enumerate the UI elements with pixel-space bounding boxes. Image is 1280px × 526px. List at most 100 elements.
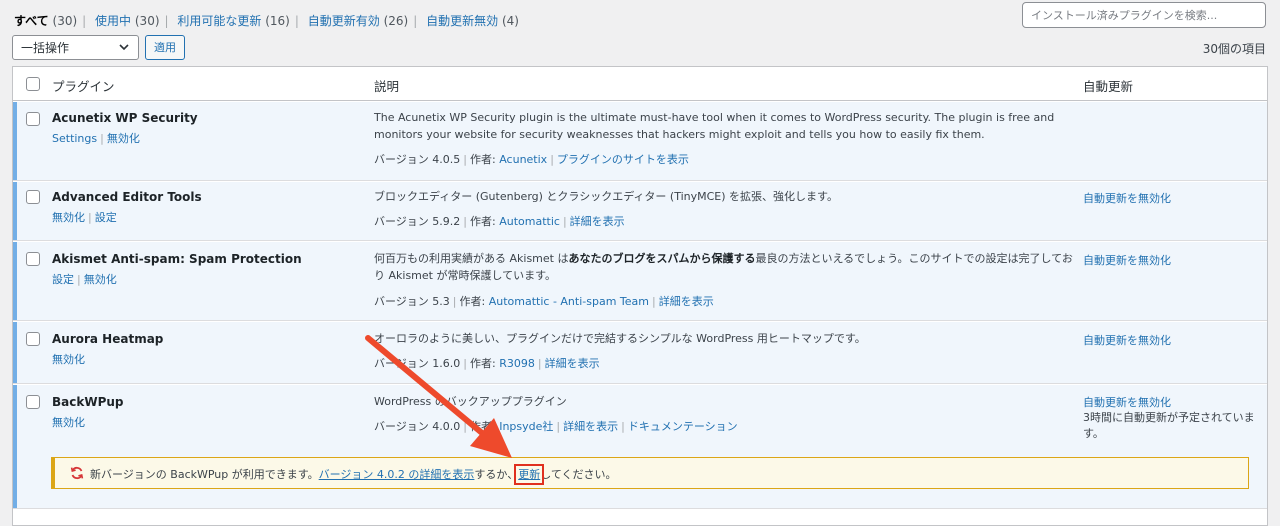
- filter-active[interactable]: 使用中: [95, 14, 131, 28]
- version-value: 4.0.5: [432, 153, 461, 166]
- plugin-actions: 無効化 | 設定: [52, 211, 117, 224]
- apply-button[interactable]: 適用: [145, 35, 185, 60]
- bulk-action-select[interactable]: 一括操作: [12, 35, 139, 60]
- active-indicator: [13, 385, 17, 508]
- filter-auto-on[interactable]: 自動更新有効: [308, 14, 380, 28]
- notice-text: するか、: [474, 468, 519, 481]
- table-row: Advanced Editor Tools 無効化 | 設定 ブロックエディター (…: [13, 182, 1267, 241]
- plugin-description: オーロラのように美しい、プラグインだけで完結するシンプルな WordPress …: [374, 332, 866, 345]
- documentation-link[interactable]: ドキュメンテーション: [628, 420, 738, 433]
- table-row: Akismet Anti-spam: Spam Protection 設定 | 無効…: [13, 242, 1267, 321]
- plugin-actions: 無効化: [52, 351, 85, 367]
- table-row: Aurora Heatmap 無効化 オーロラのように美しい、プラグインだけで完…: [13, 322, 1267, 384]
- plugin-meta: バージョン 1.6.0 | 作者: R3098 | 詳細を表示: [374, 357, 600, 370]
- author-label: 作者:: [470, 153, 496, 166]
- plugin-name: Advanced Editor Tools: [52, 190, 202, 204]
- deactivate-link[interactable]: 無効化: [52, 211, 85, 224]
- active-indicator: [13, 102, 17, 180]
- author-label: 作者:: [470, 215, 496, 228]
- column-auto-update: 自動更新: [1083, 79, 1134, 94]
- plugin-name: BackWPup: [52, 395, 124, 409]
- author-label: 作者:: [470, 357, 496, 370]
- row-checkbox[interactable]: [26, 332, 40, 346]
- filter-all-count: (30): [52, 14, 78, 28]
- deactivate-link[interactable]: 無効化: [107, 132, 140, 145]
- plugin-description: 何百万もの利用実績がある Akismet はあなたのブログをスパムから保護する最…: [374, 250, 1074, 284]
- version-value: 1.6.0: [432, 357, 461, 370]
- plugin-meta: バージョン 5.9.2 | 作者: Automattic | 詳細を表示: [374, 215, 625, 228]
- plugin-meta: バージョン 5.3 | 作者: Automattic - Anti-spam Tea…: [374, 295, 714, 308]
- version-label: バージョン: [374, 215, 429, 228]
- update-notice-text: 新バージョンの BackWPup が利用できます。バージョン 4.0.2 の詳細…: [90, 464, 617, 485]
- deactivate-link[interactable]: 無効化: [84, 273, 117, 286]
- plugin-actions: Settings | 無効化: [52, 132, 140, 145]
- details-link[interactable]: 詳細を表示: [563, 420, 618, 433]
- version-details-link[interactable]: バージョン 4.0.2 の詳細を表示: [319, 468, 475, 481]
- author-link[interactable]: R3098: [499, 357, 535, 370]
- filter-updates[interactable]: 利用可能な更新: [177, 14, 261, 28]
- filter-auto-on-count: (26): [383, 14, 409, 28]
- settings-link[interactable]: Settings: [52, 132, 97, 145]
- filter-updates-count: (16): [265, 14, 290, 28]
- row-checkbox[interactable]: [26, 395, 40, 409]
- update-now-link[interactable]: 更新: [514, 464, 545, 485]
- plugin-actions: 設定 | 無効化: [52, 273, 117, 286]
- plugin-status-filters: すべて (30) | 使用中 (30) | 利用可能な更新 (16) | 自動更新有効…: [14, 14, 519, 28]
- disable-auto-update-link[interactable]: 自動更新を無効化: [1083, 332, 1171, 348]
- active-indicator: [13, 182, 17, 240]
- table-header: プラグイン 説明 自動更新: [13, 67, 1267, 101]
- auto-update-schedule: 3時間に自動更新が予定されています。: [1083, 411, 1255, 440]
- column-description: 説明: [374, 79, 400, 94]
- author-link[interactable]: Acunetix: [499, 153, 547, 166]
- version-value: 5.3: [432, 295, 450, 308]
- row-checkbox[interactable]: [26, 112, 40, 126]
- active-indicator: [13, 322, 17, 383]
- author-label: 作者:: [470, 420, 496, 433]
- active-indicator: [13, 242, 17, 320]
- plugin-name: Aurora Heatmap: [52, 332, 164, 346]
- disable-auto-update-link[interactable]: 自動更新を無効化: [1083, 252, 1171, 268]
- plugin-site-link[interactable]: プラグインのサイトを表示: [557, 153, 689, 166]
- table-row: Acunetix WP Security Settings | 無効化 The Ac…: [13, 102, 1267, 181]
- version-label: バージョン: [374, 420, 429, 433]
- plugin-search-input[interactable]: [1022, 2, 1266, 28]
- filter-active-count: (30): [134, 14, 160, 28]
- settings-link[interactable]: 設定: [52, 273, 74, 286]
- author-link[interactable]: Inpsyde社: [499, 420, 553, 433]
- version-value: 4.0.0: [432, 420, 461, 433]
- plugin-meta: バージョン 4.0.5 | 作者: Acunetix | プラグインのサイトを表示: [374, 153, 689, 166]
- refresh-icon: [70, 466, 84, 480]
- author-label: 作者:: [459, 295, 486, 308]
- deactivate-link[interactable]: 無効化: [52, 416, 85, 429]
- deactivate-link[interactable]: 無効化: [52, 353, 85, 366]
- plugin-description: WordPress のバックアッププラグイン: [374, 395, 567, 408]
- description-text: 何百万もの利用実績がある Akismet は: [374, 252, 569, 265]
- version-value: 5.9.2: [432, 215, 461, 228]
- chevron-down-icon: [119, 44, 129, 51]
- table-row: BackWPup 無効化 WordPress のバックアッププラグイン バージョ…: [13, 385, 1267, 509]
- select-all-checkbox[interactable]: [26, 77, 40, 91]
- details-link[interactable]: 詳細を表示: [570, 215, 625, 228]
- disable-auto-update-link[interactable]: 自動更新を無効化: [1083, 190, 1171, 206]
- filter-all[interactable]: すべて: [14, 14, 49, 28]
- row-checkbox[interactable]: [26, 252, 40, 266]
- disable-auto-update-link[interactable]: 自動更新を無効化: [1083, 394, 1171, 410]
- description-bold: あなたのブログをスパムから保護する: [568, 252, 756, 265]
- plugin-actions: 無効化: [52, 414, 85, 430]
- notice-text: してください。: [540, 468, 617, 481]
- author-link[interactable]: Automattic: [499, 215, 560, 228]
- version-label: バージョン: [374, 357, 429, 370]
- version-label: バージョン: [374, 153, 429, 166]
- version-label: バージョン: [374, 295, 429, 308]
- details-link[interactable]: 詳細を表示: [545, 357, 600, 370]
- details-link[interactable]: 詳細を表示: [659, 295, 714, 308]
- filter-auto-off-count: (4): [501, 14, 519, 28]
- update-notice: 新バージョンの BackWPup が利用できます。バージョン 4.0.2 の詳細…: [51, 457, 1249, 489]
- plugin-description: ブロックエディター (Gutenberg) とクラシックエディター (TinyM…: [374, 190, 838, 203]
- author-link[interactable]: Automattic - Anti-spam Team: [489, 295, 649, 308]
- filter-auto-off[interactable]: 自動更新無効: [426, 14, 498, 28]
- plugin-description: The Acunetix WP Security plugin is the u…: [374, 111, 1055, 141]
- settings-link[interactable]: 設定: [95, 211, 117, 224]
- row-checkbox[interactable]: [26, 190, 40, 204]
- column-plugin: プラグイン: [52, 79, 115, 94]
